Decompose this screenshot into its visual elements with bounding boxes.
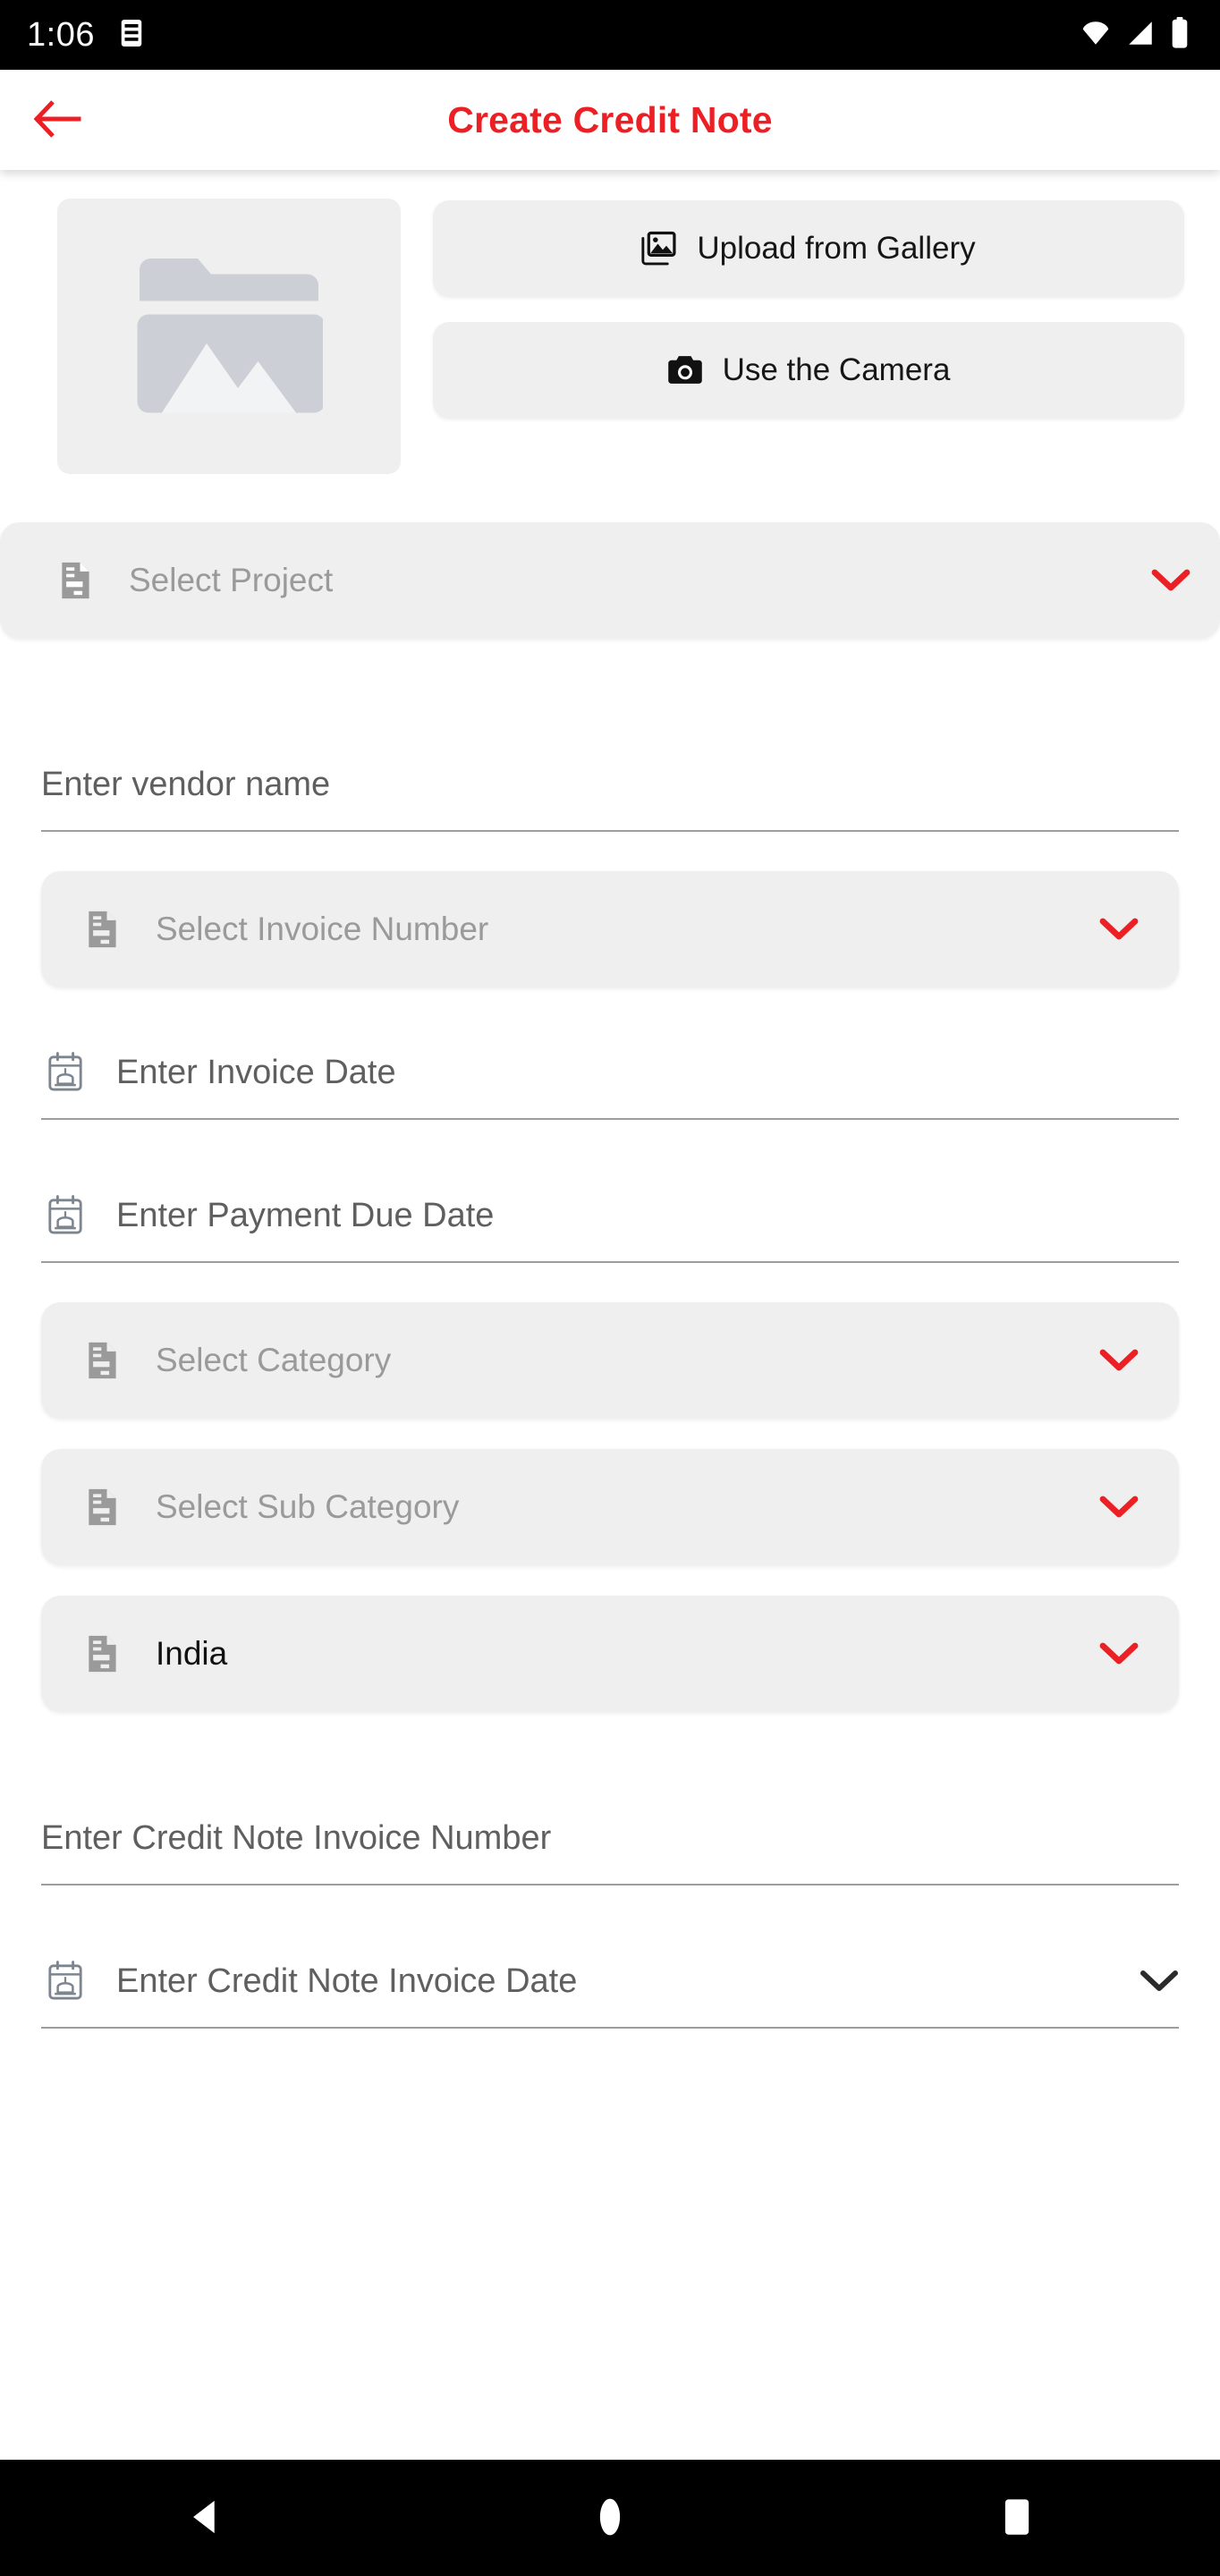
credit-note-invoice-number-field[interactable]: Enter Credit Note Invoice Number: [41, 1792, 1179, 1885]
nav-home-button[interactable]: [556, 2460, 664, 2576]
status-bar-clock: 1:06: [27, 16, 95, 54]
calendar-icon: [45, 1052, 86, 1093]
upload-section: Upload from Gallery Use the Camera: [0, 170, 1220, 474]
payment-due-date-placeholder: Enter Payment Due Date: [116, 1196, 495, 1234]
nav-recents-icon: [1004, 2497, 1030, 2539]
select-invoice-number-dropdown[interactable]: Select Invoice Number: [41, 871, 1179, 987]
chevron-down-icon[interactable]: [1097, 1348, 1141, 1373]
app-header: Create Credit Note: [0, 70, 1220, 170]
invoice-date-field[interactable]: Enter Invoice Date: [41, 1027, 1179, 1120]
calendar-icon: [45, 1195, 86, 1236]
upload-actions: Upload from Gallery Use the Camera: [433, 199, 1184, 419]
credit-note-invoice-date-placeholder: Enter Credit Note Invoice Date: [116, 1962, 578, 2000]
chevron-down-icon[interactable]: [1097, 917, 1141, 942]
select-category-dropdown[interactable]: Select Category: [41, 1302, 1179, 1419]
credit-note-invoice-number-placeholder: Enter Credit Note Invoice Number: [41, 1818, 552, 1857]
vendor-name-field[interactable]: Enter vendor name: [41, 739, 1179, 832]
chevron-down-icon[interactable]: [1148, 568, 1193, 593]
document-icon: [82, 1634, 122, 1674]
calendar-icon: [45, 1961, 86, 2002]
document-icon: [82, 1487, 122, 1527]
use-the-camera-label: Use the Camera: [722, 352, 951, 387]
back-arrow-icon: [32, 98, 84, 142]
nav-home-icon: [598, 2496, 622, 2540]
chevron-down-icon[interactable]: [1140, 1969, 1179, 1994]
back-button[interactable]: [25, 87, 91, 153]
select-country-label: India: [156, 1635, 228, 1672]
status-bar-left: 1:06: [27, 18, 145, 53]
android-navigation-bar: [0, 2460, 1220, 2576]
document-icon: [55, 561, 95, 600]
form-scroll-area[interactable]: Upload from Gallery Use the Camera Selec…: [0, 170, 1220, 2460]
chevron-down-icon[interactable]: [1097, 1495, 1141, 1520]
select-project-dropdown[interactable]: Select Project: [0, 522, 1220, 639]
credit-note-invoice-date-field[interactable]: Enter Credit Note Invoice Date: [41, 1936, 1179, 2029]
select-sub-category-label: Select Sub Category: [156, 1488, 460, 1525]
select-project-label: Select Project: [129, 562, 334, 598]
select-country-dropdown[interactable]: India: [41, 1596, 1179, 1712]
nav-recents-button[interactable]: [963, 2460, 1071, 2576]
status-bar-right: [1080, 16, 1190, 54]
nav-back-button[interactable]: [149, 2460, 257, 2576]
invoice-date-placeholder: Enter Invoice Date: [116, 1053, 396, 1091]
vendor-name-placeholder: Enter vendor name: [41, 765, 331, 803]
battery-icon: [1170, 16, 1190, 54]
cellular-signal-icon: [1125, 18, 1156, 53]
select-category-label: Select Category: [156, 1342, 392, 1378]
camera-icon: [667, 354, 703, 386]
nav-back-icon: [188, 2499, 218, 2538]
gallery-photos-icon: [641, 231, 677, 267]
document-icon: [82, 1341, 122, 1380]
select-sub-category-dropdown[interactable]: Select Sub Category: [41, 1449, 1179, 1565]
payment-due-date-field[interactable]: Enter Payment Due Date: [41, 1170, 1179, 1263]
upload-from-gallery-button[interactable]: Upload from Gallery: [433, 200, 1184, 297]
use-the-camera-button[interactable]: Use the Camera: [433, 322, 1184, 419]
notification-icon: [118, 18, 145, 53]
page-title: Create Credit Note: [447, 98, 773, 140]
select-invoice-number-label: Select Invoice Number: [156, 911, 489, 947]
document-icon: [82, 910, 122, 949]
upload-from-gallery-label: Upload from Gallery: [697, 231, 976, 266]
app-root: 1:06 Create Credit Note Upload from Gall…: [0, 0, 1220, 2576]
status-bar: 1:06: [0, 0, 1220, 70]
image-placeholder-icon: [135, 254, 326, 419]
chevron-down-icon[interactable]: [1097, 1641, 1141, 1666]
image-preview-placeholder[interactable]: [57, 199, 401, 474]
wifi-icon: [1080, 18, 1111, 53]
